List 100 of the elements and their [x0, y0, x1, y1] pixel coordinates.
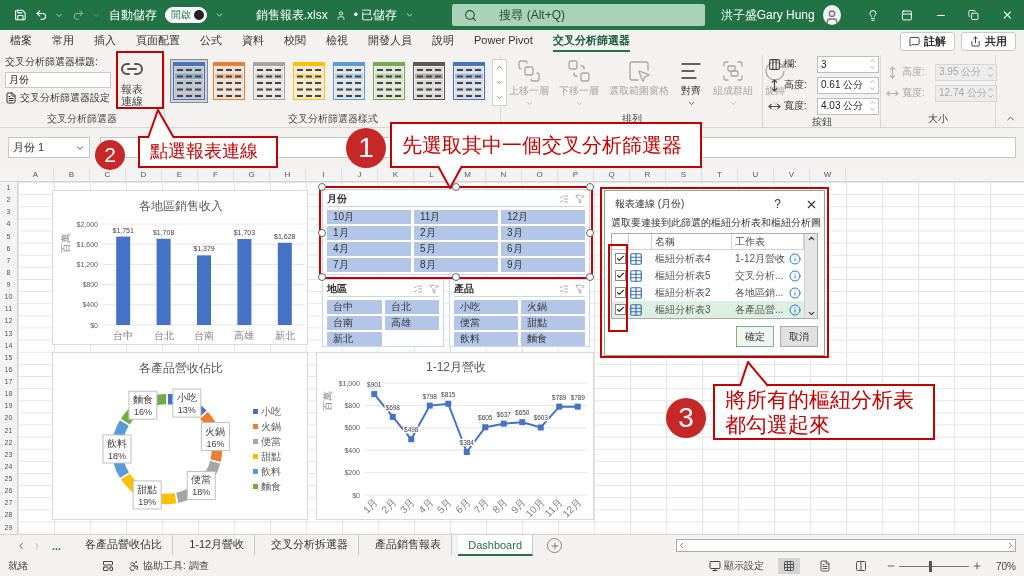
slicer-item[interactable]: 麵食 [521, 332, 585, 346]
display-settings-link[interactable]: 顯示設定 [724, 559, 764, 573]
resize-handle[interactable] [318, 273, 326, 281]
customize-caret-icon[interactable] [214, 10, 224, 20]
checkbox[interactable] [615, 253, 626, 264]
accessibility-status[interactable]: 協助工具: 調查 [143, 559, 209, 573]
scroll-up-icon[interactable] [806, 234, 816, 243]
previous-sheet-icon[interactable] [16, 540, 26, 551]
ribbon-tab[interactable]: 資料 [242, 30, 264, 52]
scroll-down-icon[interactable] [806, 309, 816, 318]
search-field[interactable]: 搜尋 (Alt+Q) [452, 4, 705, 26]
slicer-item[interactable]: 新北 [327, 332, 382, 346]
slicer-item[interactable]: 台南 [327, 316, 382, 330]
scroll-left-icon[interactable] [677, 541, 686, 550]
ribbon-tab[interactable]: 頁面配置 [136, 30, 180, 52]
scroll-right-icon[interactable] [1006, 541, 1015, 550]
column-header[interactable]: S [666, 169, 702, 181]
slicer-item[interactable]: 12月 [501, 210, 585, 224]
slicer-item[interactable]: 8月 [414, 258, 498, 272]
comments-button[interactable]: 註解 [900, 31, 955, 51]
slicer-item[interactable]: 1月 [327, 226, 411, 240]
cancel-button[interactable]: 取消 [780, 326, 818, 347]
slicer-item[interactable]: 小吃 [454, 300, 518, 314]
info-icon[interactable] [789, 269, 801, 282]
info-icon[interactable] [789, 286, 801, 299]
ribbon-tab[interactable]: 插入 [94, 30, 116, 52]
column-header[interactable]: P [558, 169, 594, 181]
ribbon-tab[interactable]: 交叉分析篩選器 [552, 30, 630, 52]
resize-handle[interactable] [318, 183, 326, 191]
column-header[interactable]: Q [594, 169, 630, 181]
column-header[interactable]: O [522, 169, 558, 181]
slicer-item[interactable]: 甜點 [521, 316, 585, 330]
save-icon[interactable] [14, 8, 27, 22]
normal-view-button[interactable] [778, 558, 800, 574]
resize-handle[interactable] [318, 229, 326, 237]
checkbox[interactable] [615, 304, 626, 315]
ribbon-tab[interactable]: 檢視 [326, 30, 348, 52]
ribbon-tab[interactable]: 檔案 [10, 30, 32, 52]
ribbon-tab[interactable]: 說明 [432, 30, 454, 52]
report-connections-button[interactable]: 報表連線 [115, 55, 149, 109]
resize-handle[interactable] [452, 273, 460, 281]
slicer-item[interactable]: 飲料 [454, 332, 518, 346]
list-row[interactable]: 樞紐分析表2 各地區銷... [612, 284, 804, 301]
ribbon-tab[interactable]: 常用 [52, 30, 74, 52]
slicer-item[interactable]: 4月 [327, 242, 411, 256]
resize-handle[interactable] [586, 229, 594, 237]
ribbon-tab[interactable]: 開發人員 [368, 30, 412, 52]
name-box[interactable]: 月份 1 [8, 137, 90, 158]
slicer-item[interactable]: 2月 [414, 226, 498, 240]
slicer-item[interactable]: 5月 [414, 242, 498, 256]
zoom-thumb[interactable] [929, 560, 933, 572]
column-header[interactable]: D [126, 169, 162, 181]
checkbox[interactable] [615, 287, 626, 298]
ribbon-tab[interactable]: 校閱 [284, 30, 306, 52]
caret-icon[interactable] [405, 10, 415, 20]
resize-handle[interactable] [586, 183, 594, 191]
restore-icon[interactable] [968, 9, 980, 21]
column-header[interactable]: J [342, 169, 378, 181]
sheet-tab[interactable]: Dashboard [458, 535, 534, 556]
more-sheets[interactable]: ... [52, 539, 62, 552]
slicer-item[interactable]: 火鍋 [521, 300, 585, 314]
ok-button[interactable]: 確定 [736, 326, 774, 347]
info-icon[interactable] [789, 303, 801, 316]
info-icon[interactable] [789, 252, 801, 265]
ribbon-tab[interactable]: Power Pivot [474, 32, 533, 50]
column-header[interactable]: G [234, 169, 270, 181]
autosave-toggle[interactable]: 開啟 [164, 7, 207, 23]
slicer-item[interactable]: 3月 [501, 226, 585, 240]
column-header[interactable]: A [18, 169, 54, 181]
slicer-item[interactable]: 6月 [501, 242, 585, 256]
column-header[interactable]: H [270, 169, 306, 181]
macro-icon[interactable] [102, 560, 114, 572]
column-header[interactable]: R [630, 169, 666, 181]
column-header[interactable]: I [306, 169, 342, 181]
scrollbar[interactable] [804, 234, 817, 318]
ribbon-button[interactable]: 對齊 [676, 59, 706, 108]
zoom-in-icon[interactable] [972, 561, 982, 571]
ribbon-display-icon[interactable] [900, 8, 913, 22]
column-header[interactable]: K [378, 169, 414, 181]
column-header[interactable]: E [162, 169, 198, 181]
help-button[interactable]: ? [774, 197, 781, 211]
list-row[interactable]: 樞紐分析表4 1-12月營收 [612, 250, 804, 267]
column-header[interactable]: N [486, 169, 522, 181]
list-row[interactable]: 樞紐分析表5 交叉分析... [612, 267, 804, 284]
slicer-item[interactable]: 高雄 [384, 316, 439, 330]
column-header[interactable]: W [810, 169, 846, 181]
column-header[interactable]: U [738, 169, 774, 181]
input-field[interactable]: 月份 [5, 72, 111, 88]
column-header[interactable]: F [198, 169, 234, 181]
slicer-settings-button[interactable]: 交叉分析篩選器設定 [5, 91, 111, 105]
slicer-item[interactable]: 9月 [501, 258, 585, 272]
more-styles-icon[interactable] [495, 93, 504, 102]
column-header[interactable]: T [702, 169, 738, 181]
checkbox[interactable] [615, 270, 626, 281]
slicer-item[interactable]: 7月 [327, 258, 411, 272]
avatar[interactable] [822, 5, 841, 25]
list-row[interactable]: 樞紐分析表3 各產品營... [612, 301, 804, 318]
share-button[interactable]: 共用 [961, 31, 1016, 51]
slicer-item[interactable]: 台中 [327, 300, 382, 314]
resize-handle[interactable] [452, 183, 460, 191]
